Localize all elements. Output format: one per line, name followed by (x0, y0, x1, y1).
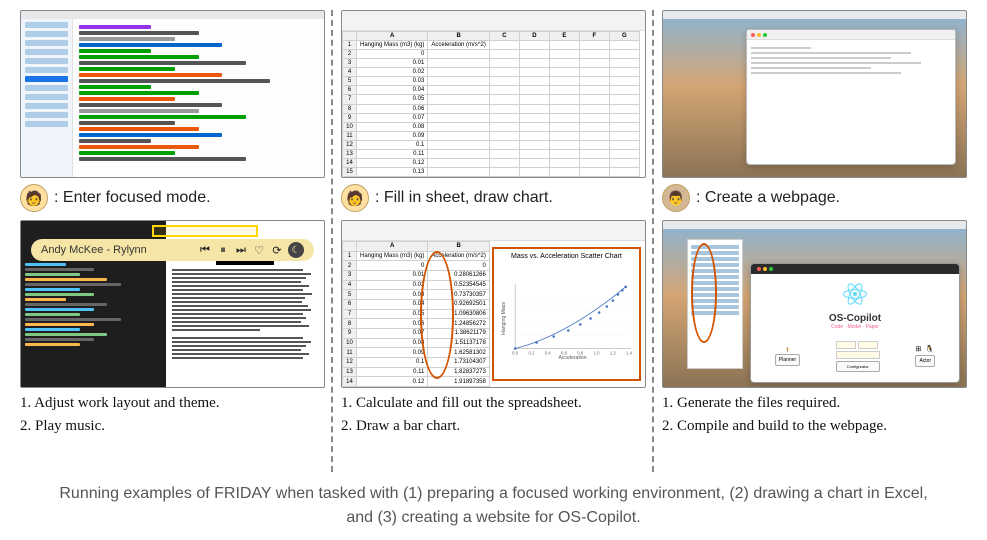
acceleration-column-highlight (420, 251, 454, 379)
screenshot-desktop-safari (662, 10, 967, 178)
examples-row: 🧑 : Enter focused mode. Andy McKee - Ryl… (12, 10, 975, 472)
task-label-3: : Create a webpage. (696, 189, 840, 207)
column-webpage: 👨 : Create a webpage. (654, 10, 975, 472)
spreadsheet-table-filled: A B 1Hanging Mass (m3) (kg)Acceleration … (342, 241, 490, 387)
ide-titlebar (21, 11, 324, 19)
chart-title: Mass vs. Acceleration Scatter Chart (511, 253, 622, 260)
step-1-1: 1. Adjust work layout and theme. (20, 392, 325, 415)
repeat-icon[interactable]: ⟳ (270, 243, 284, 257)
screenshot-ide-dark-split: Andy McKee - Rylynn ⏮ ⏸ ⏭ ♡ ⟳ ☾ (20, 220, 325, 388)
safari-titlebar (747, 30, 955, 40)
chart-container: Mass vs. Acceleration Scatter Chart (492, 247, 641, 381)
ide-code-editor (73, 19, 324, 177)
mac-menubar (663, 221, 966, 229)
minimize-icon[interactable] (763, 267, 767, 271)
steps-col-3: 1. Generate the files required. 2. Compi… (662, 392, 967, 437)
svg-text:0.0: 0.0 (512, 350, 519, 355)
column-spreadsheet: A B C D E F G 1Hanging Mass (m3) (kg)Acc… (333, 10, 654, 472)
diagram-actor: Actor (915, 355, 935, 367)
step-1-2: 2. Play music. (20, 415, 325, 438)
task-row-2: 🧑 : Fill in sheet, draw chart. (341, 184, 646, 212)
webpage-body: OS-Copilot Code · Model · Paper 🧍 Planne… (751, 274, 959, 383)
close-icon[interactable] (757, 267, 761, 271)
svg-text:0.4: 0.4 (545, 350, 552, 355)
react-logo-icon (843, 282, 867, 306)
svg-text:Hanging Mass: Hanging Mass (501, 302, 507, 335)
mac-menubar (663, 11, 966, 19)
task-row-1: 🧑 : Enter focused mode. (20, 184, 325, 212)
diagram-configurator: Configurator (836, 361, 880, 372)
diagram-planner: Planner (775, 354, 800, 366)
moon-icon[interactable]: ☾ (288, 242, 304, 258)
close-icon[interactable] (751, 33, 755, 37)
user-avatar-icon: 🧑 (20, 184, 48, 212)
step-2-2: 2. Draw a bar chart. (341, 415, 646, 438)
webpage-window: OS-Copilot Code · Model · Paper 🧍 Planne… (750, 263, 960, 383)
heart-icon[interactable]: ♡ (252, 243, 266, 257)
svg-text:1.0: 1.0 (593, 350, 600, 355)
os-icons: ⊞ 🐧 (916, 345, 936, 353)
svg-text:1.2: 1.2 (610, 350, 617, 355)
spreadsheet-table-empty: A B C D E F G 1Hanging Mass (m3) (kg)Acc… (342, 31, 640, 177)
task-label-1: : Enter focused mode. (54, 189, 211, 207)
prev-icon[interactable]: ⏮ (198, 243, 212, 257)
maximize-icon[interactable] (769, 267, 773, 271)
task-label-2: : Fill in sheet, draw chart. (375, 189, 553, 207)
generated-files-highlight (691, 243, 717, 343)
music-player-overlay: Andy McKee - Rylynn ⏮ ⏸ ⏭ ♡ ⟳ ☾ (25, 225, 320, 257)
svg-text:0.6: 0.6 (561, 350, 568, 355)
architecture-diagram: 🧍 Planner Configurator (757, 334, 953, 378)
screenshot-sheet-filled: A B 1Hanging Mass (m3) (kg)Acceleration … (341, 220, 646, 388)
svg-text:1.4: 1.4 (626, 350, 633, 355)
music-menubar-highlight (152, 225, 258, 237)
svg-text:0.2: 0.2 (528, 350, 535, 355)
figure-caption: Running examples of FRIDAY when tasked w… (12, 482, 975, 530)
user-avatar-icon: 👨 (662, 184, 690, 212)
browser-tab (751, 264, 959, 274)
ide-file-tree (21, 19, 73, 177)
diagram-procedural-memory (858, 341, 878, 349)
screenshot-sheet-empty: A B C D E F G 1Hanging Mass (m3) (kg)Acc… (341, 10, 646, 178)
screenshot-ide-light (20, 10, 325, 178)
step-2-1: 1. Calculate and fill out the spreadshee… (341, 392, 646, 415)
scatter-chart: Acceleration Hanging Mass 0.0 0.2 0.4 0.6 0… (498, 262, 635, 375)
steps-col-1: 1. Adjust work layout and theme. 2. Play… (20, 392, 325, 437)
safari-content (747, 40, 955, 164)
person-icon: 🧍 (785, 347, 790, 352)
music-track-title: Andy McKee - Rylynn (41, 244, 194, 256)
webpage-subtitle: Code · Model · Paper (757, 324, 953, 330)
maximize-icon[interactable] (763, 33, 767, 37)
diagram-declarative-memory (836, 341, 856, 349)
safari-window (746, 29, 956, 165)
svg-text:Acceleration: Acceleration (558, 355, 586, 361)
task-row-3: 👨 : Create a webpage. (662, 184, 967, 212)
diagram-working-memory (836, 351, 880, 359)
pause-icon[interactable]: ⏸ (216, 243, 230, 257)
webpage-title: OS-Copilot (757, 313, 953, 324)
excel-ribbon (342, 221, 645, 241)
excel-ribbon (342, 11, 645, 31)
music-player-bar: Andy McKee - Rylynn ⏮ ⏸ ⏭ ♡ ⟳ ☾ (31, 239, 314, 261)
screenshot-desktop-webpage: OS-Copilot Code · Model · Paper 🧍 Planne… (662, 220, 967, 388)
minimize-icon[interactable] (757, 33, 761, 37)
step-3-2: 2. Compile and build to the webpage. (662, 415, 967, 438)
svg-text:0.8: 0.8 (577, 350, 584, 355)
user-avatar-icon: 🧑 (341, 184, 369, 212)
column-focused-mode: 🧑 : Enter focused mode. Andy McKee - Ryl… (12, 10, 333, 472)
steps-col-2: 1. Calculate and fill out the spreadshee… (341, 392, 646, 437)
figure-container: 🧑 : Enter focused mode. Andy McKee - Ryl… (12, 10, 975, 530)
doc-title (216, 261, 274, 265)
step-3-1: 1. Generate the files required. (662, 392, 967, 415)
next-icon[interactable]: ⏭ (234, 243, 248, 257)
